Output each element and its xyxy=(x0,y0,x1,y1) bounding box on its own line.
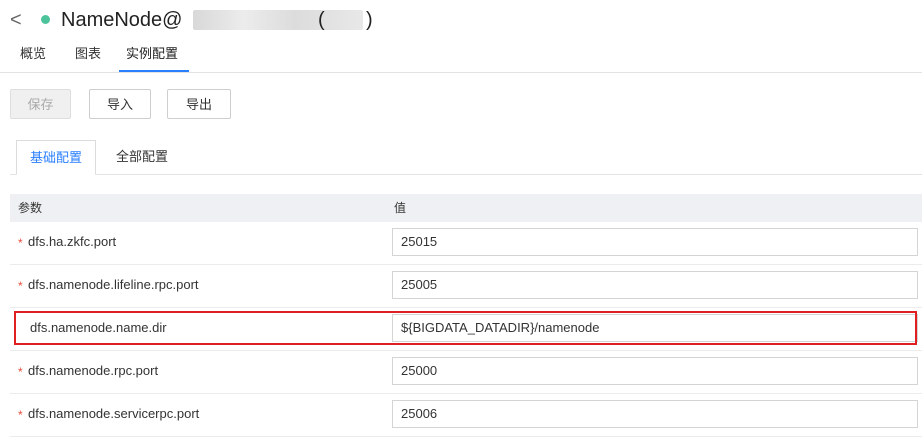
column-header-param: 参数 xyxy=(18,201,43,215)
save-button[interactable]: 保存 xyxy=(10,89,71,119)
import-button[interactable]: 导入 xyxy=(89,89,151,119)
config-subtabs: 基础配置 全部配置 xyxy=(10,140,922,175)
param-value-input[interactable]: 25015 xyxy=(392,228,918,256)
title-paren-open: ( xyxy=(318,9,325,31)
param-name: dfs.ha.zkfc.port xyxy=(28,234,117,249)
table-row: * dfs.namenode.rpc.port 25000 xyxy=(10,351,922,394)
column-header-value: 值 xyxy=(394,201,407,215)
tab-charts[interactable]: 图表 xyxy=(75,44,101,64)
export-button[interactable]: 导出 xyxy=(167,89,231,119)
main-tabs: 概览 图表 实例配置 xyxy=(0,40,922,73)
table-row: * dfs.ha.zkfc.port 25015 xyxy=(10,222,922,265)
back-arrow-icon[interactable]: < xyxy=(10,6,22,34)
param-value-input[interactable]: 25005 xyxy=(392,271,918,299)
required-marker: * xyxy=(18,279,23,293)
redacted-hostname xyxy=(193,10,363,30)
table-header: 参数 值 xyxy=(10,194,922,222)
config-table: 参数 值 * dfs.ha.zkfc.port 25015 * dfs.name… xyxy=(10,194,922,437)
title-paren-close: ) xyxy=(366,9,373,31)
subtab-all-config[interactable]: 全部配置 xyxy=(102,140,182,174)
param-value-input[interactable]: 25006 xyxy=(392,400,918,428)
tab-overview[interactable]: 概览 xyxy=(20,44,46,64)
param-name: dfs.namenode.name.dir xyxy=(30,320,167,335)
required-marker: * xyxy=(18,365,23,379)
subtab-basic-config[interactable]: 基础配置 xyxy=(16,140,96,175)
status-dot-icon xyxy=(41,15,50,24)
table-row: * dfs.namenode.lifeline.rpc.port 25005 xyxy=(10,265,922,308)
param-name: dfs.namenode.servicerpc.port xyxy=(28,406,200,421)
required-marker: * xyxy=(18,236,23,250)
table-row: * dfs.namenode.servicerpc.port 25006 xyxy=(10,394,922,437)
page-header: < NameNode@ ( ) xyxy=(0,0,922,40)
page-title: NameNode@ xyxy=(61,9,183,31)
table-row-highlighted: dfs.namenode.name.dir ${BIGDATA_DATADIR}… xyxy=(10,308,922,351)
active-tab-indicator xyxy=(119,70,189,72)
param-value-input[interactable]: 25000 xyxy=(392,357,918,385)
param-value-input[interactable]: ${BIGDATA_DATADIR}/namenode xyxy=(392,314,918,342)
param-name: dfs.namenode.lifeline.rpc.port xyxy=(28,277,199,292)
tab-instance-config[interactable]: 实例配置 xyxy=(126,44,178,64)
param-name: dfs.namenode.rpc.port xyxy=(28,363,159,378)
